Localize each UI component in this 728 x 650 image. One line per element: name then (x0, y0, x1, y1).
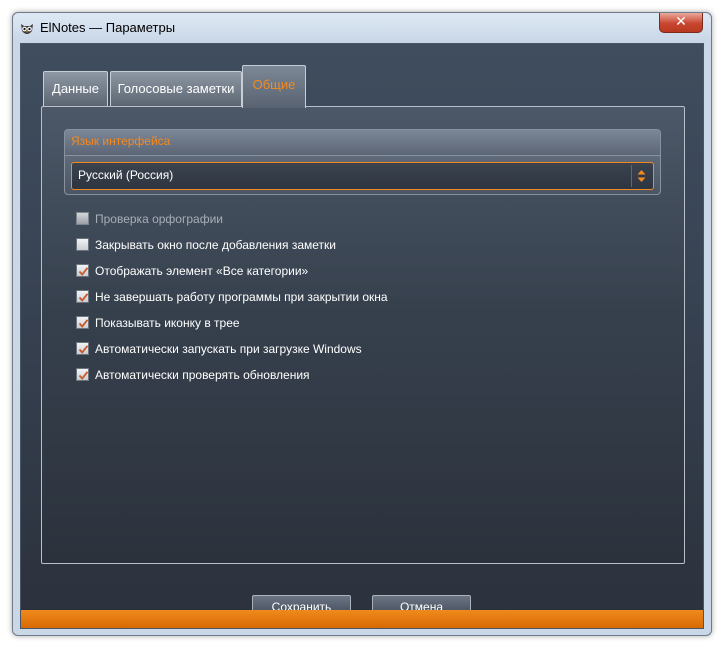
tab-data[interactable]: Данные (43, 71, 108, 108)
checkmark-icon (78, 293, 89, 302)
client-area: Данные Голосовые заметки Общие Язык инте… (20, 43, 704, 629)
window-title: ElNotes — Параметры (40, 20, 176, 35)
tray-icon-checkbox[interactable] (76, 316, 89, 329)
option-label: Автоматически проверять обновления (95, 368, 310, 382)
checkmark-icon (78, 267, 89, 276)
language-select[interactable]: Русский (Россия) (71, 162, 654, 190)
language-group: Язык интерфейса Русский (Россия) (64, 129, 661, 195)
select-arrows-icon[interactable] (631, 165, 651, 187)
autostart-checkbox[interactable] (76, 342, 89, 355)
option-label: Проверка орфографии (95, 212, 223, 226)
close-after-add-checkbox[interactable] (76, 238, 89, 251)
settings-window: ElNotes — Параметры ✕ Данные Голосовые з… (12, 12, 712, 636)
tab-label: Данные (52, 81, 99, 96)
title-bar[interactable]: ElNotes — Параметры ✕ (13, 13, 711, 43)
check-updates-checkbox[interactable] (76, 368, 89, 381)
option-label: Закрывать окно после добавления заметки (95, 238, 336, 252)
spellcheck-checkbox (76, 212, 89, 225)
tab-label: Голосовые заметки (117, 81, 235, 96)
option-label: Автоматически запускать при загрузке Win… (95, 342, 362, 356)
checkmark-icon (78, 371, 89, 380)
checkmark-icon (78, 345, 89, 354)
language-group-header: Язык интерфейса (65, 130, 660, 156)
show-all-categories-checkbox[interactable] (76, 264, 89, 277)
option-label: Показывать иконку в трее (95, 316, 240, 330)
checkmark-icon (78, 319, 89, 328)
tab-general[interactable]: Общие (242, 65, 306, 108)
owl-app-icon (21, 24, 33, 34)
bottom-accent-bar (21, 610, 703, 628)
close-button[interactable]: ✕ (659, 13, 703, 33)
option-label: Отображать элемент «Все категории» (95, 264, 309, 278)
general-panel: Язык интерфейса Русский (Россия) Проверк… (41, 106, 685, 564)
tab-voice-notes[interactable]: Голосовые заметки (110, 71, 242, 108)
close-icon: ✕ (675, 14, 687, 30)
keep-running-checkbox[interactable] (76, 290, 89, 303)
tab-label: Общие (252, 77, 296, 92)
language-select-value: Русский (Россия) (78, 168, 174, 182)
option-label: Не завершать работу программы при закрыт… (95, 290, 388, 304)
